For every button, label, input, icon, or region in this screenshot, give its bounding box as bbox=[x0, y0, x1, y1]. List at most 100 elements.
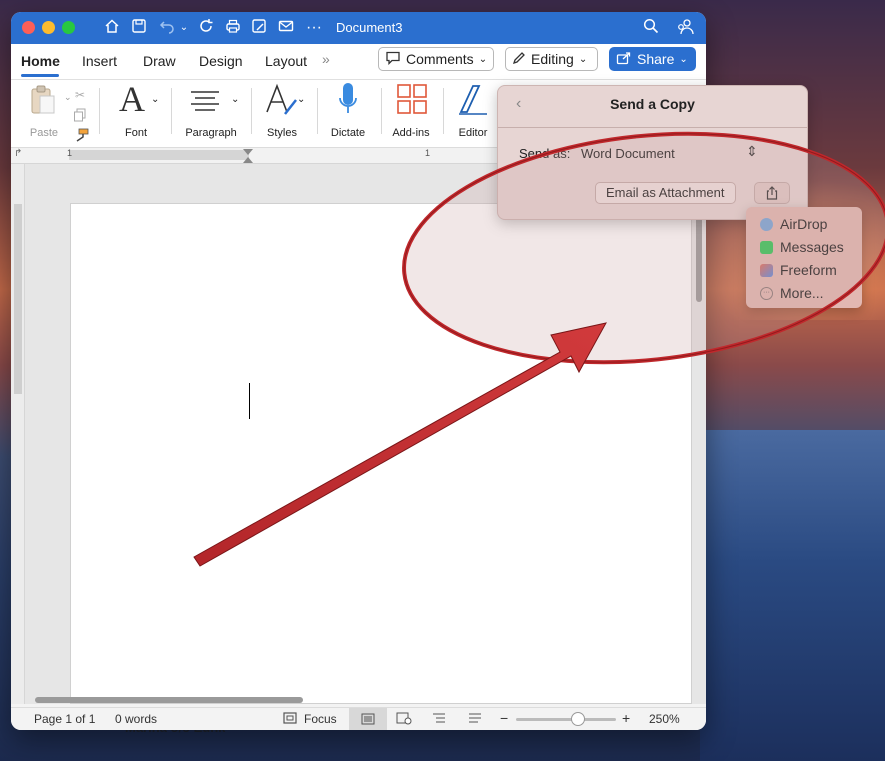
page-count[interactable]: Page 1 of 1 bbox=[34, 712, 95, 726]
zoom-slider[interactable] bbox=[516, 712, 616, 726]
paragraph-group[interactable]: ⌄ Paragraph bbox=[181, 80, 241, 148]
tab-design[interactable]: Design bbox=[199, 53, 243, 69]
horizontal-scrollbar[interactable] bbox=[35, 697, 303, 703]
draft-view-icon[interactable] bbox=[468, 712, 482, 727]
active-tab-indicator bbox=[21, 74, 59, 77]
messages-icon bbox=[760, 240, 773, 254]
copy-icon[interactable] bbox=[73, 108, 87, 125]
document-canvas[interactable] bbox=[25, 164, 706, 704]
dictate-button[interactable]: Dictate bbox=[323, 80, 373, 148]
print-layout-button[interactable] bbox=[349, 708, 387, 730]
share-menu-item-airdrop[interactable]: AirDrop bbox=[760, 214, 827, 234]
account-icon[interactable] bbox=[675, 18, 695, 42]
ribbon-divider bbox=[317, 88, 318, 134]
chevron-down-icon: ⌄ bbox=[151, 94, 160, 105]
title-bar: ⌄ ··· Document3 bbox=[11, 12, 706, 44]
save-as-icon[interactable] bbox=[249, 18, 269, 40]
focus-icon[interactable] bbox=[283, 712, 297, 727]
send-copy-popover: ‹ Send a Copy Send as: Word Document ⇕ E… bbox=[497, 85, 808, 220]
styles-label: Styles bbox=[267, 127, 297, 139]
zoom-level[interactable]: 250% bbox=[649, 712, 680, 726]
tab-stop-selector-icon[interactable]: ↱ bbox=[14, 148, 22, 159]
editing-button[interactable]: Editing ⌄ bbox=[505, 47, 598, 71]
print-layout-icon bbox=[361, 713, 375, 725]
background-iceberg bbox=[700, 430, 885, 761]
comments-label: Comments bbox=[406, 51, 474, 67]
zoom-in-button[interactable]: + bbox=[622, 710, 630, 726]
outline-view-icon[interactable] bbox=[432, 712, 446, 727]
print-icon[interactable] bbox=[223, 18, 243, 40]
paragraph-icon bbox=[191, 91, 219, 111]
zoom-out-button[interactable]: − bbox=[500, 710, 508, 726]
cut-icon[interactable]: ✂ bbox=[75, 88, 85, 102]
microphone-icon bbox=[339, 83, 357, 113]
editor-button[interactable]: Editor bbox=[451, 80, 495, 148]
paste-label: Paste bbox=[29, 127, 59, 139]
ruler-tick-label: 1 bbox=[425, 148, 431, 158]
ribbon-tabs: Home Insert Draw Design Layout » Comment… bbox=[11, 44, 706, 80]
comment-icon bbox=[385, 51, 401, 68]
tab-layout[interactable]: Layout bbox=[265, 53, 307, 69]
popover-title: Send a Copy bbox=[610, 96, 695, 112]
pencil-icon bbox=[512, 51, 526, 68]
zoom-window-button[interactable] bbox=[62, 21, 75, 34]
editor-label: Editor bbox=[458, 127, 488, 139]
vertical-ruler bbox=[11, 164, 25, 704]
styles-group[interactable]: ⌄ Styles bbox=[257, 80, 307, 148]
left-indent-marker[interactable] bbox=[243, 157, 253, 163]
share-menu-item-label: Messages bbox=[780, 239, 844, 255]
font-group[interactable]: A ⌄ Font bbox=[111, 79, 161, 148]
styles-icon bbox=[266, 83, 297, 115]
first-line-indent-marker[interactable] bbox=[243, 149, 253, 155]
share-menu-item-more[interactable]: ··· More... bbox=[760, 283, 824, 303]
share-menu-item-freeform[interactable]: Freeform bbox=[760, 260, 837, 280]
addins-button[interactable]: Add-ins bbox=[387, 80, 435, 148]
ruler-margin-left bbox=[69, 150, 249, 160]
format-painter-icon[interactable] bbox=[73, 128, 89, 145]
share-menu-item-messages[interactable]: Messages bbox=[760, 237, 844, 257]
share-sheet-button[interactable] bbox=[754, 182, 790, 204]
more-commands-icon[interactable]: ··· bbox=[304, 18, 324, 38]
mail-icon[interactable] bbox=[276, 18, 296, 40]
vertical-scrollbar[interactable] bbox=[696, 217, 702, 302]
ribbon-divider bbox=[171, 88, 172, 134]
document-title: Document3 bbox=[336, 20, 403, 35]
updown-chevron-icon[interactable]: ⇕ bbox=[746, 143, 758, 160]
addins-label: Add-ins bbox=[392, 127, 430, 139]
close-window-button[interactable] bbox=[22, 21, 35, 34]
home-icon[interactable] bbox=[102, 18, 122, 40]
editor-icon bbox=[459, 85, 487, 115]
share-button[interactable]: Share ⌄ bbox=[609, 47, 696, 71]
chevron-down-icon: ⌄ bbox=[297, 94, 306, 105]
document-page[interactable] bbox=[70, 203, 692, 704]
word-count[interactable]: 0 words bbox=[115, 712, 157, 726]
zoom-slider-thumb[interactable] bbox=[571, 712, 585, 726]
save-icon[interactable] bbox=[129, 18, 149, 40]
paste-icon bbox=[31, 85, 55, 114]
chevron-double-right-icon[interactable]: » bbox=[322, 51, 330, 67]
airdrop-icon bbox=[760, 217, 773, 231]
comments-button[interactable]: Comments ⌄ bbox=[378, 47, 494, 71]
focus-button[interactable]: Focus bbox=[304, 712, 337, 726]
chevron-down-icon: ⌄ bbox=[578, 53, 588, 65]
share-icon bbox=[616, 51, 632, 68]
search-icon[interactable] bbox=[641, 18, 661, 40]
paste-group[interactable]: ⌄ Paste bbox=[21, 80, 72, 148]
minimize-window-button[interactable] bbox=[42, 21, 55, 34]
paragraph-label: Paragraph bbox=[185, 127, 237, 139]
editing-label: Editing bbox=[531, 51, 574, 67]
status-bar: Page 1 of 1 0 words Focus − + 250% bbox=[11, 707, 706, 730]
send-as-label: Send as: bbox=[519, 146, 571, 161]
share-label: Share bbox=[637, 51, 675, 67]
undo-dropdown-chevron-icon[interactable]: ⌄ bbox=[174, 18, 194, 38]
tab-draw[interactable]: Draw bbox=[143, 53, 176, 69]
ruler-tick-label: 1 bbox=[67, 148, 73, 158]
send-format-select[interactable]: Word Document bbox=[581, 146, 675, 161]
email-attachment-button[interactable]: Email as Attachment bbox=[595, 182, 736, 204]
redo-icon[interactable] bbox=[196, 18, 216, 40]
web-layout-icon[interactable] bbox=[396, 712, 412, 728]
font-icon: A bbox=[119, 79, 145, 119]
tab-home[interactable]: Home bbox=[21, 53, 60, 69]
tab-insert[interactable]: Insert bbox=[82, 53, 117, 69]
addins-icon bbox=[397, 84, 427, 114]
